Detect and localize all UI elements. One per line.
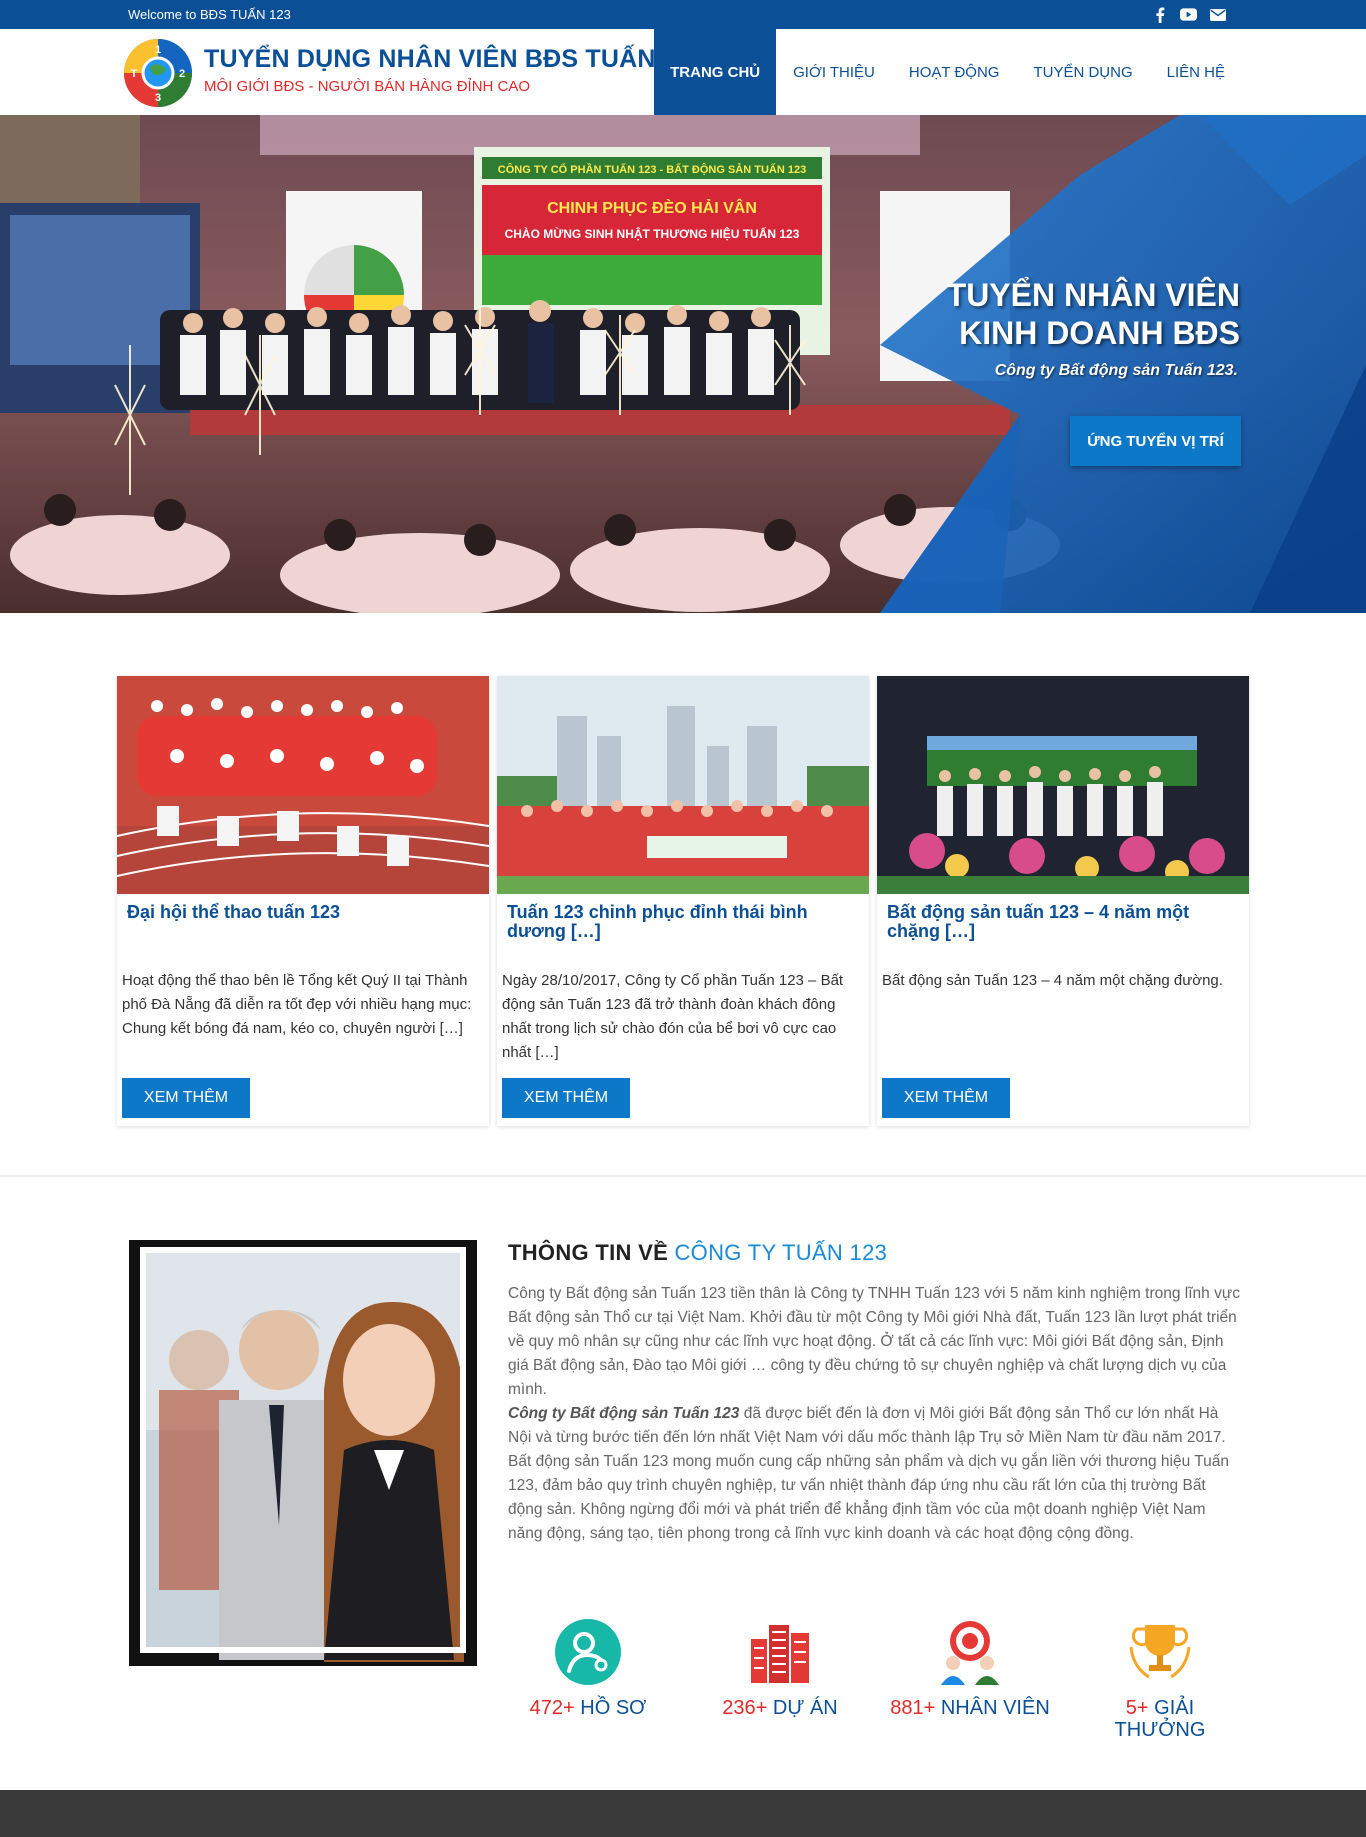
nav-gioi-thieu[interactable]: GIỚI THIỆU [776,29,892,115]
main-nav: TRANG CHỦ GIỚI THIỆU HOẠT ĐỘNG TUYỂN DỤN… [654,29,1242,115]
activity-card: Tuấn 123 chinh phục đỉnh thái bình dương… [497,676,869,1126]
stat-number: 472+ [529,1697,575,1719]
about-heading-highlight: CÔNG TY TUẤN 123 [674,1240,888,1265]
stat-number: 236+ [722,1697,768,1719]
hero-title-line2: KINH DOANH BĐS [959,315,1240,351]
card-title[interactable]: Đại hội thể thao tuấn 123 [127,903,477,922]
stat-number: 5+ [1125,1697,1149,1719]
activity-card: Bất động sản tuấn 123 – 4 năm một chặng … [877,676,1249,1126]
card-excerpt: Hoạt động thể thao bên lề Tổng kết Quý I… [122,972,472,1037]
about-paragraph: Công ty Bất động sản Tuấn 123 đã được bi… [508,1402,1240,1450]
footer-background [0,1790,1366,1837]
card-image-rooftop[interactable] [497,676,869,894]
company-logo[interactable]: 1 2 T 3 [122,37,194,109]
stat-label: NHÂN VIÊN [940,1697,1050,1719]
card-image-anniversary[interactable] [877,676,1249,894]
facebook-icon[interactable] [1151,6,1168,23]
about-paragraph: Công ty Bất động sản Tuấn 123 tiền thân … [508,1285,1240,1398]
buildings-icon [751,1625,809,1683]
about-heading-prefix: THÔNG TIN VỀ [508,1240,669,1265]
welcome-text: Welcome to BĐS TUẤN 123 [128,7,291,22]
site-tagline: MÔI GIỚI BĐS - NGƯỜI BÁN HÀNG ĐỈNH CAO [204,78,531,95]
youtube-icon[interactable] [1180,6,1197,23]
nav-trang-chu[interactable]: TRANG CHỦ [654,29,777,115]
site-header: 1 2 T 3 TUYỂN DỤNG NHÂN VIÊN BĐS TUẤN 12… [0,29,1366,115]
trophy-icon [1129,1625,1191,1679]
svg-text:T: T [131,68,138,80]
read-more-button[interactable]: XEM THÊM [122,1078,250,1118]
top-bar: Welcome to BĐS TUẤN 123 [0,0,1366,29]
nav-lien-he[interactable]: LIÊN HỆ [1150,29,1242,115]
svg-text:3: 3 [155,92,161,104]
social-links [1151,6,1226,23]
stat-item: 472+ HỒ SƠ [508,1617,668,1719]
about-heading: THÔNG TIN VỀ CÔNG TY TUẤN 123 [508,1240,887,1266]
site-title[interactable]: TUYỂN DỤNG NHÂN VIÊN BĐS TUẤN 123 [204,45,705,74]
svg-text:1: 1 [155,44,161,56]
stat-label: DỰ ÁN [772,1697,838,1719]
card-excerpt: Ngày 28/10/2017, Công ty Cổ phần Tuấn 12… [502,972,844,1061]
nav-tuyen-dung[interactable]: TUYỂN DỤNG [1016,29,1149,115]
stat-item: 5+ GIẢI THƯỞNG [1080,1617,1240,1741]
about-team-photo [129,1240,477,1666]
target-team-icon [941,1621,999,1685]
svg-text:2: 2 [179,68,185,80]
card-title[interactable]: Tuấn 123 chinh phục đỉnh thái bình dương… [507,903,857,941]
card-image-sports[interactable] [117,676,489,894]
about-body: Công ty Bất động sản Tuấn 123 tiền thân … [508,1282,1240,1546]
activity-cards: Đại hội thể thao tuấn 123 Hoạt động thể … [117,676,1249,1126]
card-title[interactable]: Bất động sản tuấn 123 – 4 năm một chặng … [887,903,1237,941]
svg-text:CÔNG TY CỔ PHẦN TUẤN 123 - BẤT: CÔNG TY CỔ PHẦN TUẤN 123 - BẤT ĐỘNG SẢN … [498,163,806,176]
about-paragraph: Bất động sản Tuấn 123 mong muốn cung cấp… [508,1453,1229,1542]
section-divider [0,1175,1366,1177]
nav-hoat-dong[interactable]: HOẠT ĐỘNG [892,29,1017,115]
activity-card: Đại hội thể thao tuấn 123 Hoạt động thể … [117,676,489,1126]
hero-subtitle: Công ty Bất động sản Tuấn 123. [994,362,1238,379]
about-company-name: Công ty Bất động sản Tuấn 123 [508,1405,740,1422]
card-excerpt: Bất động sản Tuấn 123 – 4 năm một chặng … [882,972,1223,989]
stat-item: 881+ NHÂN VIÊN [890,1617,1050,1719]
svg-text:CHINH PHỤC ĐÈO HẢI VÂN: CHINH PHỤC ĐÈO HẢI VÂN [547,198,757,217]
company-stats: 472+ HỒ SƠ 236+ DỰ ÁN 881+ NHÂN VIÊN 5+ … [508,1617,1272,1743]
stat-number: 881+ [890,1697,936,1719]
stat-item: 236+ DỰ ÁN [700,1617,860,1719]
read-more-button[interactable]: XEM THÊM [882,1078,1010,1118]
svg-text:CHÀO MỪNG SINH NHẬT THƯƠNG HIỆ: CHÀO MỪNG SINH NHẬT THƯƠNG HIỆU TUẤN 123 [505,226,800,241]
hero-banner: CÔNG TY CỔ PHẦN TUẤN 123 - BẤT ĐỘNG SẢN … [0,115,1366,613]
hero-title-line1: TUYỂN NHÂN VIÊN [946,277,1240,313]
envelope-icon[interactable] [1209,6,1226,23]
apply-position-button[interactable]: ỨNG TUYỂN VỊ TRÍ [1070,416,1241,466]
profile-icon [555,1619,621,1685]
stat-label: HỒ SƠ [580,1697,647,1719]
read-more-button[interactable]: XEM THÊM [502,1078,630,1118]
